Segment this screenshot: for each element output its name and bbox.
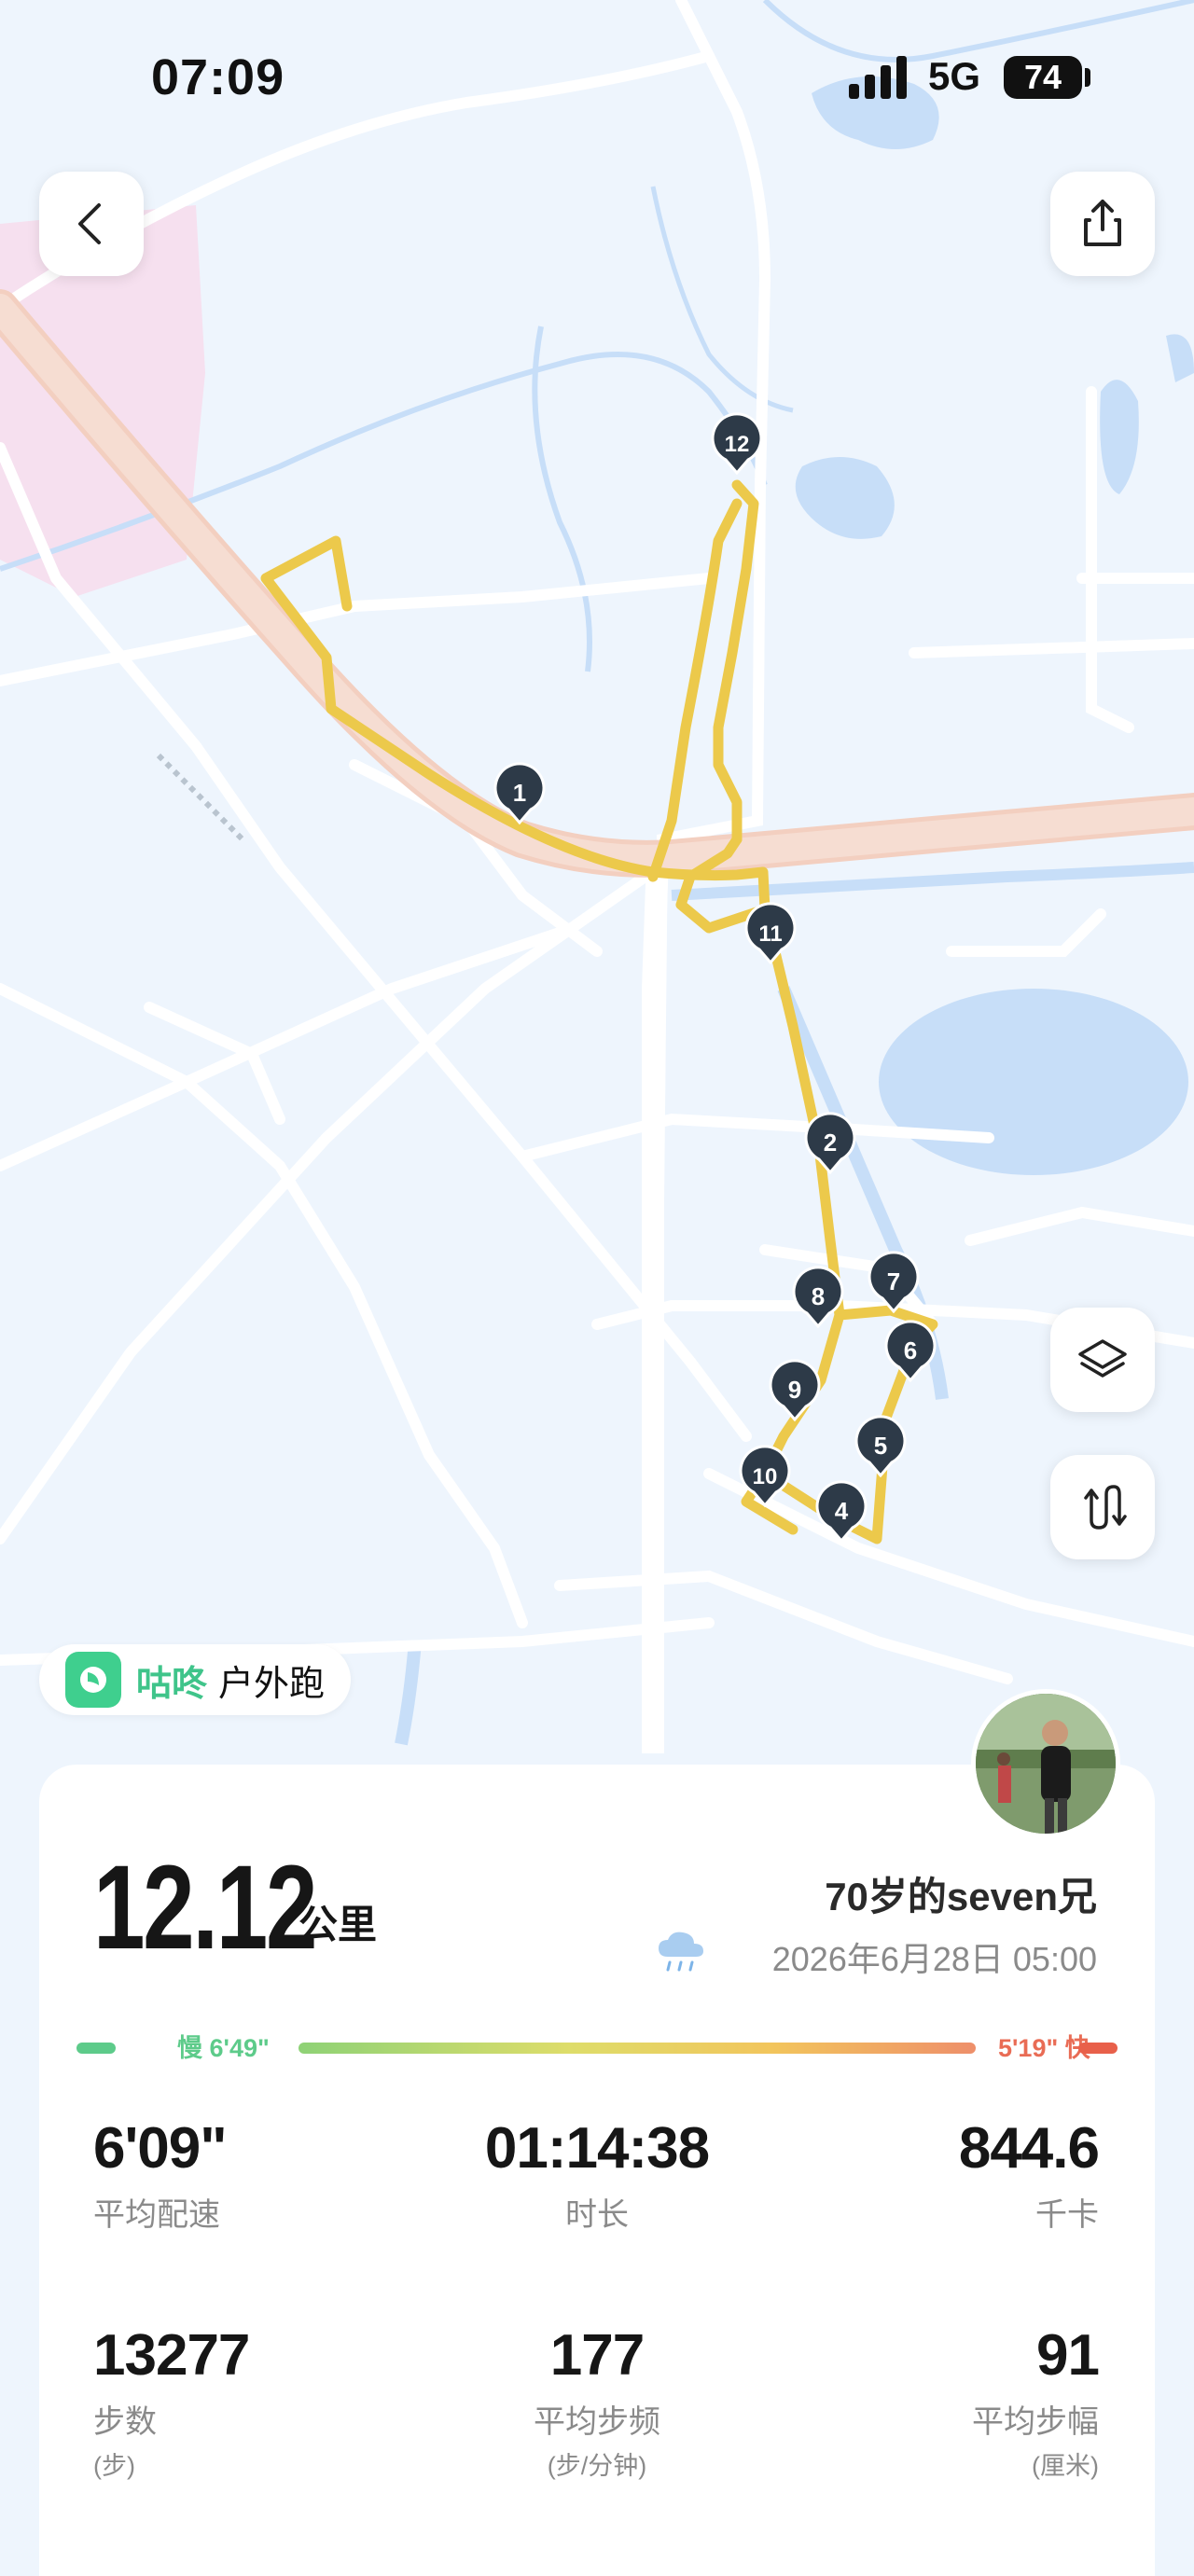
stat-value: 177	[549, 2323, 645, 2388]
km-marker-label: 8	[812, 1282, 825, 1310]
share-icon	[1084, 200, 1121, 246]
network-type: 5G	[928, 54, 981, 98]
stat-avg-pace: 6'09" 平均配速	[93, 2115, 429, 2235]
km-marker-label: 7	[887, 1267, 900, 1295]
distance-value: 12.12	[93, 1841, 317, 1974]
stat-label: 平均步幅	[972, 2404, 1099, 2440]
stat-value: 13277	[93, 2323, 250, 2388]
brand-name: 咕咚	[136, 1664, 208, 1704]
km-marker-label: 12	[725, 432, 750, 457]
slow-pace-swatch	[76, 2043, 116, 2054]
route-map[interactable]: 12456789101112	[0, 0, 1194, 1772]
stat-value: 844.6	[958, 2116, 1100, 2181]
avatar[interactable]	[971, 1689, 1120, 1838]
battery-icon: 74	[1004, 56, 1082, 99]
fast-pace-swatch	[1078, 2043, 1118, 2054]
km-marker-label: 9	[788, 1376, 801, 1404]
pace-gradient	[298, 2043, 976, 2054]
stat-label: 平均配速	[93, 2197, 220, 2233]
codoon-logo-icon	[65, 1652, 121, 1708]
stat-value: 6'09"	[93, 2116, 228, 2181]
layers-icon	[1078, 1339, 1127, 1378]
stat-label: 步数	[93, 2404, 157, 2440]
stat-unit: (步)	[93, 2452, 135, 2480]
status-bar: 07:09 5G 74	[0, 0, 1194, 159]
back-button[interactable]	[39, 172, 144, 276]
pace-legend: 慢 6'49" 5'19" 快	[76, 2029, 1118, 2067]
km-marker-label: 2	[824, 1129, 837, 1156]
share-button[interactable]	[1050, 172, 1155, 276]
km-marker-label: 10	[753, 1464, 778, 1489]
status-time: 07:09	[151, 49, 285, 105]
slow-pace-label: 慢 6'49"	[177, 2034, 270, 2062]
route-toggle-button[interactable]	[1050, 1455, 1155, 1559]
km-marker-label: 4	[835, 1497, 849, 1525]
summary-card: 12.12 公里 70岁的seven兄 2026年6月28日 05:00 慢 6…	[39, 1765, 1155, 2576]
stat-steps: 13277 步数 (步)	[93, 2322, 429, 2482]
sport-type: 户外跑	[218, 1664, 326, 1704]
km-marker-label: 6	[904, 1336, 917, 1364]
distance-unit: 公里	[298, 1903, 378, 1946]
brand-chip: 咕咚 户外跑	[39, 1644, 351, 1715]
stat-cadence: 177 平均步频 (步/分钟)	[429, 2322, 765, 2482]
stat-label: 时长	[565, 2197, 629, 2233]
user-name[interactable]: 70岁的seven兄	[825, 1865, 1097, 1922]
cellular-signal-icon	[849, 56, 909, 99]
back-icon	[78, 203, 101, 244]
km-marker-label: 5	[874, 1432, 887, 1460]
km-marker-label: 1	[513, 779, 526, 807]
rain-cloud-icon	[659, 1932, 703, 1972]
stat-value: 01:14:38	[484, 2116, 710, 2181]
layers-button[interactable]	[1050, 1308, 1155, 1412]
km-marker-label: 11	[758, 921, 782, 947]
route-icon	[1084, 1485, 1127, 1530]
stat-stride: 91 平均步幅 (厘米)	[763, 2322, 1100, 2482]
battery-tip	[1085, 68, 1090, 87]
stat-unit: (步/分钟)	[547, 2452, 647, 2480]
stat-duration: 01:14:38 时长	[429, 2115, 765, 2235]
stat-value: 91	[1036, 2323, 1100, 2388]
stat-calories: 844.6 千卡	[763, 2115, 1100, 2235]
stat-label: 平均步频	[534, 2404, 660, 2440]
fast-pace-label: 5'19" 快	[998, 2034, 1090, 2062]
stat-label: 千卡	[1035, 2197, 1099, 2233]
stat-unit: (厘米)	[1032, 2452, 1099, 2480]
workout-datetime: 2026年6月28日 05:00	[771, 1940, 1097, 1978]
